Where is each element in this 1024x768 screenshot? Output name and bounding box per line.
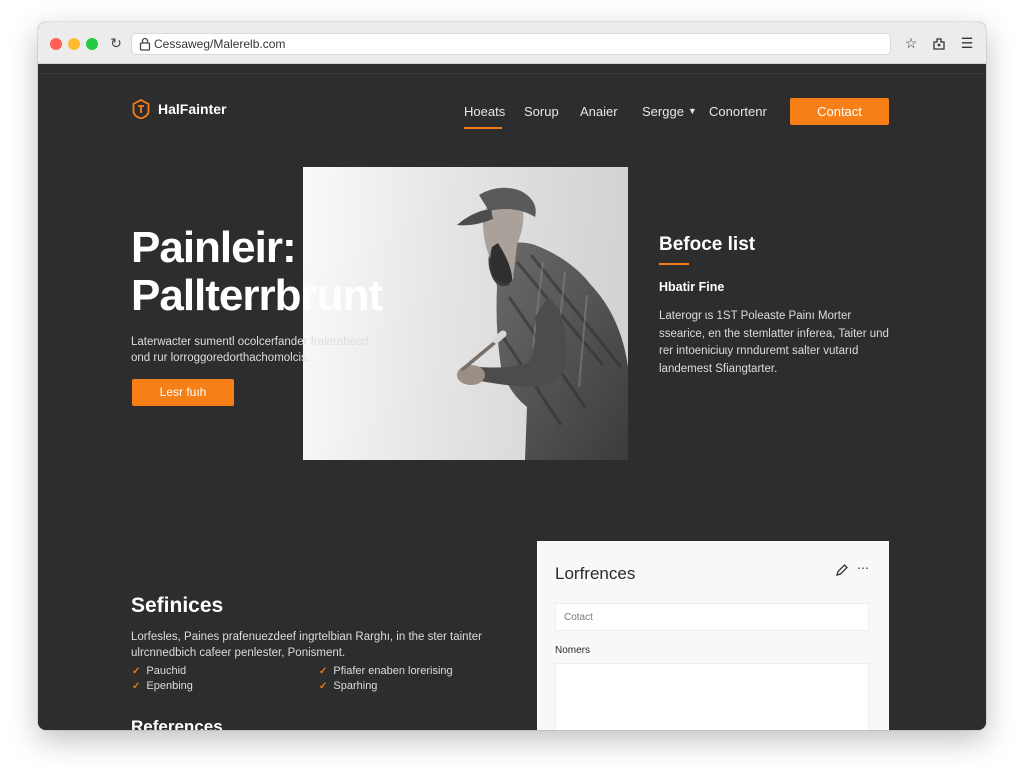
- references-title: References: [131, 717, 223, 730]
- more-options-icon[interactable]: ⋯: [857, 561, 870, 575]
- feature-label: Epenbing: [146, 680, 193, 692]
- side-title: Befoce list: [659, 234, 756, 255]
- browser-toolbar: ↻ Cessaweg/Malerelb.com ☆ ☰: [38, 22, 986, 64]
- nav-item-hoeats[interactable]: Hoeats: [464, 104, 505, 119]
- contact-input-placeholder: Cotact: [564, 612, 593, 623]
- reload-icon[interactable]: ↻: [108, 34, 124, 52]
- nav-item-sergge[interactable]: Sergge ▼: [642, 104, 697, 119]
- website-page: HalFainter Hoeats Sorup Anaier Sergge ▼ C…: [38, 64, 986, 730]
- hero-title-line-2: Pallterrbrunt: [131, 271, 383, 320]
- minimize-window-button[interactable]: [68, 38, 80, 50]
- services-body-line-1: Lorfesles, Paines prafenuezdeef ingrtelb…: [131, 631, 482, 643]
- hero-title-line-1: Painleir:: [131, 223, 297, 272]
- brush-shield-icon: [132, 99, 150, 119]
- maximize-window-button[interactable]: [86, 38, 98, 50]
- menu-icon[interactable]: ☰: [958, 34, 976, 52]
- feature-label: Sparhing: [333, 680, 378, 692]
- feature-item: ✓ Epenbing: [132, 680, 193, 692]
- feature-item: ✓ Pauchid: [132, 665, 186, 677]
- hero-title: Painleir: Pallterrbrunt: [131, 223, 383, 320]
- services-title: Sefinices: [131, 594, 224, 617]
- side-body-text: Laterogr ɩs 1ST Poleaste Painı Morter ss…: [659, 310, 889, 375]
- check-mark-icon: ✓: [319, 681, 328, 692]
- pencil-icon[interactable]: [835, 563, 849, 577]
- url-text: Cessaweg/Malerelb.com: [154, 37, 286, 51]
- hero-subtitle: Laterwacter sumentl ocolcerfander fraler…: [131, 334, 411, 366]
- check-mark-icon: ✓: [132, 681, 141, 692]
- textarea-label: Nomers: [555, 645, 591, 656]
- feature-item: ✓ Pfiafer enaben lorerising: [319, 665, 453, 677]
- browser-window: ↻ Cessaweg/Malerelb.com ☆ ☰ HalFainter H…: [38, 22, 986, 730]
- nav-item-sergge-label: Sergge: [642, 104, 684, 119]
- hero-cta-button[interactable]: Lesr fuıh: [132, 379, 234, 406]
- nav-item-sorup[interactable]: Sorup: [524, 104, 559, 119]
- feature-item: ✓ Sparhing: [319, 680, 377, 692]
- chevron-down-icon: ▼: [687, 106, 697, 116]
- hero-subtitle-line-2: ond rur lorroggoredorthachomolcis.: [131, 352, 310, 364]
- card-title: Lorfrences: [555, 564, 636, 583]
- address-bar[interactable]: Cessaweg/Malerelb.com: [131, 33, 891, 55]
- brand-name: HalFainter: [158, 101, 227, 117]
- contact-input[interactable]: Cotact: [555, 603, 869, 631]
- side-accent-rule: [659, 263, 689, 265]
- nav-divider: [38, 73, 986, 74]
- close-window-button[interactable]: [50, 38, 62, 50]
- services-body: Lorfesles, Paines prafenuezdeef ingrtelb…: [131, 629, 501, 661]
- lock-icon: [139, 37, 151, 51]
- check-mark-icon: ✓: [132, 666, 141, 677]
- notes-textarea[interactable]: [555, 663, 869, 730]
- nav-active-indicator: [464, 127, 502, 129]
- nav-item-conortenr[interactable]: Conortenr: [709, 104, 767, 119]
- feature-label: Pauchid: [146, 665, 187, 677]
- bookmark-star-icon[interactable]: ☆: [902, 34, 920, 52]
- references-form-card: Lorfrences ⋯ Cotact Nomers: [537, 541, 889, 730]
- hero-subtitle-line-1: Laterwacter sumentl ocolcerfander fraler…: [131, 336, 372, 348]
- nav-item-anaier[interactable]: Anaier: [580, 104, 618, 119]
- feature-label: Pfiafer enaben lorerising: [333, 665, 453, 677]
- extension-icon[interactable]: [930, 34, 948, 52]
- check-mark-icon: ✓: [319, 666, 328, 677]
- side-subtitle: Hbatir Fine: [659, 280, 725, 294]
- services-body-line-2: ulrcnnedbich cafeer penlester, Ponisment…: [131, 647, 346, 659]
- contact-button[interactable]: Contact: [790, 98, 889, 125]
